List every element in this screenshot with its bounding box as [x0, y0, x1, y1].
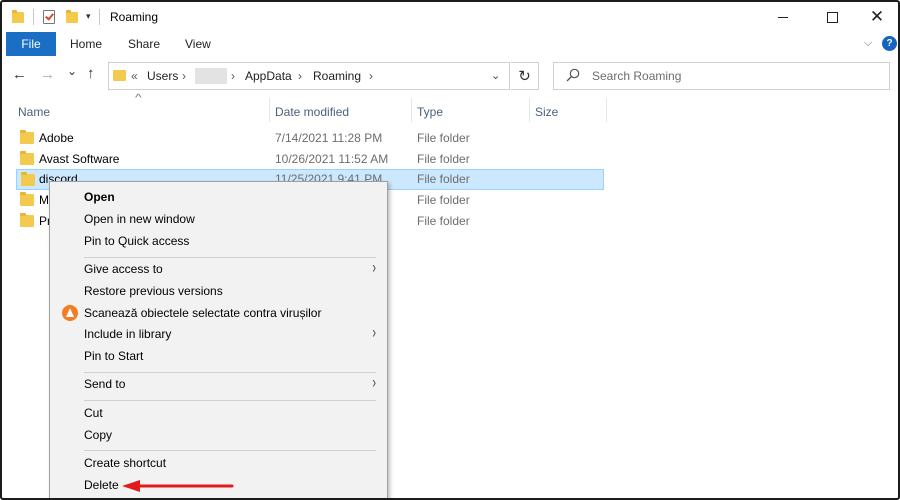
menu-item-label: Create shortcut [84, 456, 167, 470]
menu-item-label: Pin to Quick access [84, 234, 190, 248]
menu-separator [84, 450, 376, 451]
column-divider[interactable] [269, 98, 270, 122]
tab-view[interactable]: View [185, 32, 211, 56]
menu-item-label: Open [84, 190, 115, 204]
menu-item-cut[interactable]: Cut [53, 402, 384, 424]
file-row[interactable]: Avast Software 10/26/2021 11:52 AM File … [16, 149, 604, 170]
file-name: Avast Software [39, 152, 120, 166]
file-type: File folder [417, 214, 470, 228]
breadcrumb-separator[interactable]: › [298, 69, 302, 83]
menu-item-label: Include in library [84, 327, 172, 341]
help-icon[interactable]: ? [882, 36, 897, 51]
menu-item-include-library[interactable]: Include in library › [53, 323, 384, 345]
menu-item-label: Open in new window [84, 212, 195, 226]
file-type: File folder [417, 172, 470, 186]
avast-icon [62, 305, 78, 321]
recent-locations-icon[interactable]: ⌄ [67, 64, 77, 78]
file-type: File folder [417, 152, 470, 166]
folder-icon [20, 151, 34, 165]
column-header-size[interactable]: Size [535, 102, 558, 122]
folder-icon [20, 130, 34, 144]
breadcrumb-appdata[interactable]: AppData [245, 69, 292, 83]
submenu-arrow-icon: › [372, 324, 376, 342]
menu-item-label: Cut [84, 406, 103, 420]
annotation-arrow-icon [122, 480, 234, 492]
properties-icon[interactable] [43, 10, 55, 24]
menu-item-pin-start[interactable]: Pin to Start [53, 345, 384, 367]
column-header-name[interactable]: Name [18, 102, 50, 122]
menu-item-open[interactable]: Open [53, 186, 384, 208]
menu-item-label: Pin to Start [84, 349, 144, 363]
breadcrumb-separator[interactable]: › [231, 69, 235, 83]
file-date: 10/26/2021 11:52 AM [275, 152, 389, 166]
close-button[interactable]: ✕ [854, 2, 898, 32]
sort-ascending-icon: ^ [135, 93, 142, 104]
up-arrow-icon[interactable]: ↑ [87, 65, 95, 82]
toolbar-divider [33, 9, 34, 25]
menu-item-label: Send to [84, 377, 126, 391]
folder-icon [21, 172, 35, 186]
file-explorer-window: ▾ Roaming ✕ File Home Share View ⌵ ? ← →… [0, 0, 900, 500]
menu-item-create-shortcut[interactable]: Create shortcut [53, 452, 384, 474]
tab-share[interactable]: Share [128, 32, 160, 56]
breadcrumb-separator[interactable]: › [369, 69, 373, 83]
search-input[interactable]: Search Roaming [592, 69, 681, 83]
menu-item-restore-versions[interactable]: Restore previous versions [53, 280, 384, 302]
file-type: File folder [417, 131, 470, 145]
address-dropdown-icon[interactable]: ⌄ [491, 69, 500, 82]
column-divider[interactable] [606, 98, 607, 122]
refresh-button[interactable]: ↻ [511, 62, 539, 90]
menu-item-give-access[interactable]: Give access to › [53, 258, 384, 280]
new-folder-icon[interactable] [66, 10, 78, 23]
forward-arrow-icon[interactable]: → [40, 66, 55, 83]
folder-icon [20, 213, 34, 227]
customize-quick-access-icon[interactable]: ▾ [86, 11, 91, 22]
address-overflow-icon[interactable]: « [131, 69, 138, 83]
submenu-arrow-icon: › [372, 374, 376, 392]
folder-icon [113, 70, 126, 81]
tab-file[interactable]: File [6, 32, 56, 56]
menu-separator [84, 400, 376, 401]
menu-item-label: Delete [84, 478, 119, 492]
menu-item-label: Restore previous versions [84, 284, 223, 298]
expand-ribbon-icon[interactable]: ⌵ [864, 37, 872, 50]
menu-item-label: Scanează obiectele selectate contra viru… [84, 306, 322, 320]
maximize-button[interactable] [809, 2, 855, 32]
column-divider[interactable] [411, 98, 412, 122]
search-box[interactable]: Search Roaming [553, 62, 890, 90]
folder-icon [12, 10, 24, 23]
minimize-button[interactable] [760, 2, 806, 32]
column-header-date-modified[interactable]: Date modified [275, 102, 349, 122]
toolbar-divider [99, 9, 100, 25]
menu-item-send-to[interactable]: Send to › [53, 373, 384, 395]
ribbon: File Home Share View ⌵ ? [2, 32, 898, 56]
file-name: M [39, 193, 49, 207]
file-row[interactable]: Adobe 7/14/2021 11:28 PM File folder [16, 128, 604, 149]
search-icon [566, 68, 580, 82]
menu-item-pin-quick-access[interactable]: Pin to Quick access [53, 230, 384, 252]
breadcrumb-separator[interactable]: › [182, 69, 186, 83]
context-menu: Open Open in new window Pin to Quick acc… [49, 181, 388, 498]
menu-item-copy[interactable]: Copy [53, 424, 384, 446]
window-title: Roaming [110, 10, 159, 24]
column-header-type[interactable]: Type [417, 102, 443, 122]
menu-item-open-new-window[interactable]: Open in new window [53, 208, 384, 230]
breadcrumb-username-redacted[interactable] [195, 68, 227, 84]
column-divider[interactable] [529, 98, 530, 122]
file-name: Adobe [39, 131, 74, 145]
address-bar[interactable]: « Users › › AppData › Roaming › ⌄ [108, 62, 510, 90]
tab-home[interactable]: Home [70, 32, 102, 56]
menu-item-label: Copy [84, 428, 113, 442]
back-arrow-icon[interactable]: ← [12, 66, 27, 83]
breadcrumb-users[interactable]: Users [147, 69, 178, 83]
title-bar: ▾ Roaming ✕ [2, 2, 898, 32]
menu-item-label: Give access to [84, 262, 163, 276]
folder-icon [20, 192, 34, 206]
breadcrumb-roaming[interactable]: Roaming [313, 69, 361, 83]
submenu-arrow-icon: › [372, 259, 376, 277]
file-date: 7/14/2021 11:28 PM [275, 131, 383, 145]
file-type: File folder [417, 193, 470, 207]
menu-item-avast-scan[interactable]: Scanează obiectele selectate contra viru… [53, 302, 384, 324]
